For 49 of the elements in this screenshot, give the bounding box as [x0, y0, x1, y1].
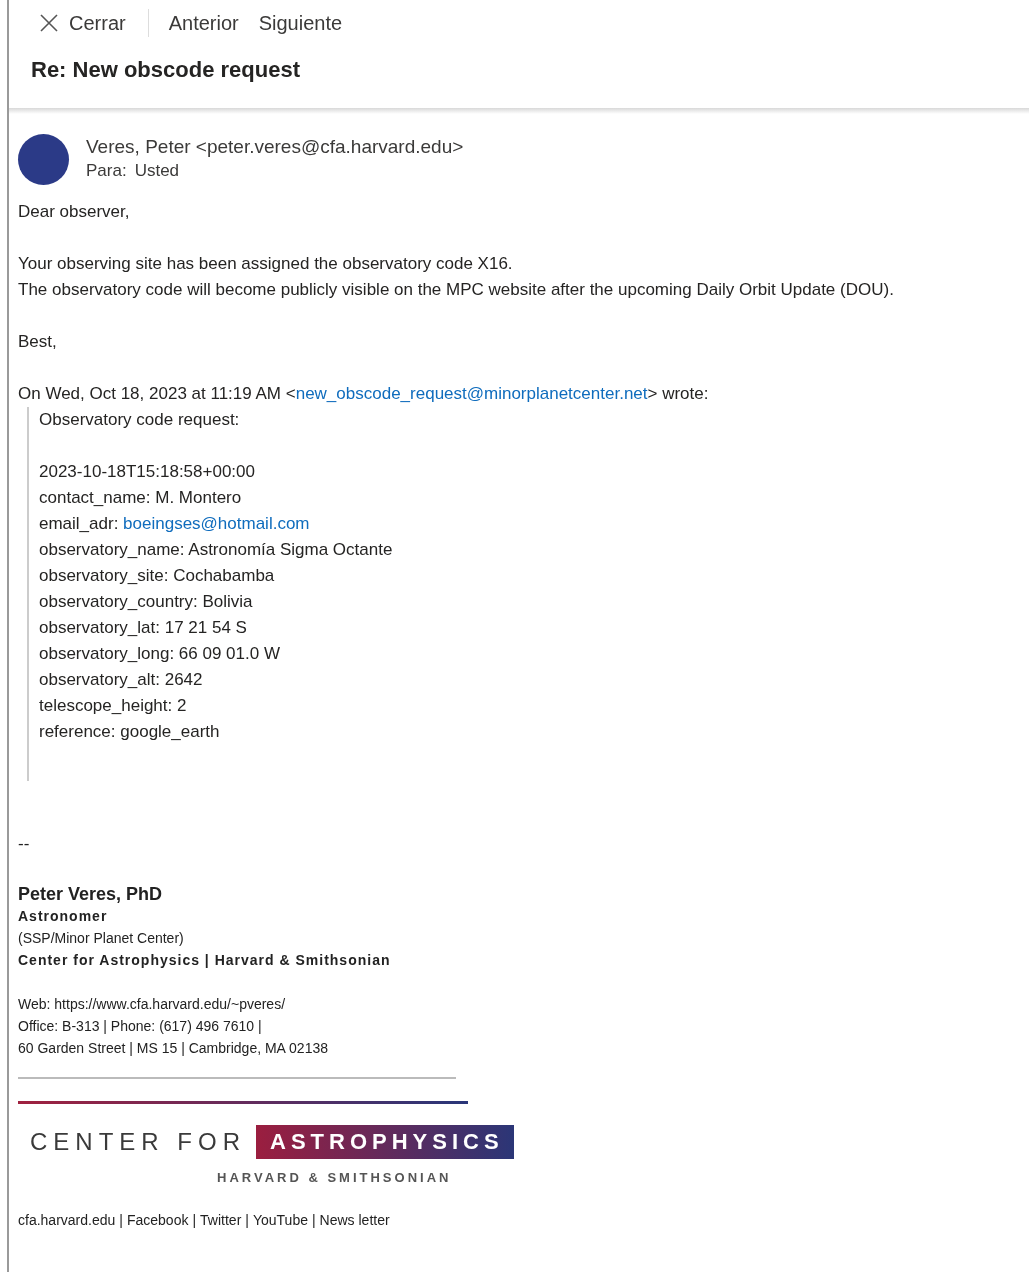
quote-attribution: On Wed, Oct 18, 2023 at 11:19 AM <new_obscode_request@minorplanetcenter.net> wrote:	[18, 383, 710, 405]
signature-dashes: --	[18, 833, 31, 855]
quote-line: observatory_lat: 17 21 54 S	[39, 617, 248, 639]
quote-line: telescope_height: 2	[39, 695, 188, 717]
logo-text: CENTER FOR	[30, 1131, 246, 1153]
quote-line: email_adr: boeingses@hotmail.com	[39, 513, 311, 535]
logo-subtitle: HARVARD & SMITHSONIAN	[217, 1169, 452, 1187]
body-text: Your observing site has been assigned the observatory code X16.	[18, 253, 514, 275]
logo-banner: ASTROPHYSICS	[256, 1125, 514, 1159]
office-info: Office: B-313 | Phone: (617) 496 7610 |	[18, 1017, 263, 1036]
separator-text: |	[245, 1211, 249, 1230]
sender: Veres, Peter <peter.veres@cfa.harvard.edu>	[86, 135, 464, 159]
avatar	[18, 134, 69, 185]
quote-title: Observatory code request:	[39, 409, 241, 431]
quote-line: observatory_country: Bolivia	[39, 591, 254, 613]
signature-name: Peter Veres, PhD	[18, 883, 164, 905]
address: 60 Garden Street | MS 15 | Cambridge, MA 02138	[18, 1039, 329, 1058]
email-link[interactable]: new_obscode_request@minorplanetcenter.net	[295, 384, 648, 403]
department: (SSP/Minor Planet Center)	[18, 929, 185, 948]
body-text: The observatory code will become publicly visible on the MPC website after the upcoming Daily Orbit Update (DOU).	[18, 279, 895, 301]
footer-link[interactable]: Twitter	[200, 1209, 242, 1231]
quote-line: observatory_long: 66 09 01.0 W	[39, 643, 281, 665]
footer-link[interactable]: cfa.harvard.edu	[18, 1209, 116, 1231]
job-title: Astronomer	[18, 907, 109, 926]
quote-line: 2023-10-18T15:18:58+00:00	[39, 461, 256, 483]
quote-line: reference: google_earth	[39, 721, 221, 743]
email-link[interactable]: boeingses@hotmail.com	[123, 514, 310, 533]
next-button[interactable]: Siguiente	[252, 7, 349, 38]
greeting-text: Dear observer,	[18, 201, 131, 223]
footer-link[interactable]: News letter	[319, 1209, 390, 1231]
website-link[interactable]: https://www.cfa.harvard.edu/~pveres/	[54, 996, 286, 1012]
separator-text: |	[192, 1211, 197, 1230]
previous-button[interactable]: Anterior	[162, 7, 245, 38]
separator-text: |	[311, 1211, 316, 1230]
quote-line: observatory_alt: 2642	[39, 669, 204, 691]
closing-text: Best,	[18, 331, 58, 353]
separator-text: |	[119, 1211, 123, 1230]
close-button[interactable]: Cerrar	[33, 7, 132, 38]
email-subject: Re: New obscode request	[30, 56, 301, 84]
recipient-label: Para:	[86, 160, 127, 182]
quote-line: observatory_site: Cochabamba	[39, 565, 276, 587]
close-icon	[39, 12, 59, 33]
web-line: Web: https://www.cfa.harvard.edu/~pveres/	[18, 995, 287, 1014]
organization: Center for Astrophysics | Harvard & Smithsonian	[18, 951, 392, 970]
recipient: Usted	[134, 160, 180, 182]
footer-link[interactable]: Facebook	[126, 1209, 189, 1231]
footer-link[interactable]: YouTube	[252, 1209, 308, 1231]
quote-line: observatory_name: Astronomía Sigma Octante	[39, 539, 394, 561]
quote-line: contact_name: M. Montero	[39, 487, 243, 509]
